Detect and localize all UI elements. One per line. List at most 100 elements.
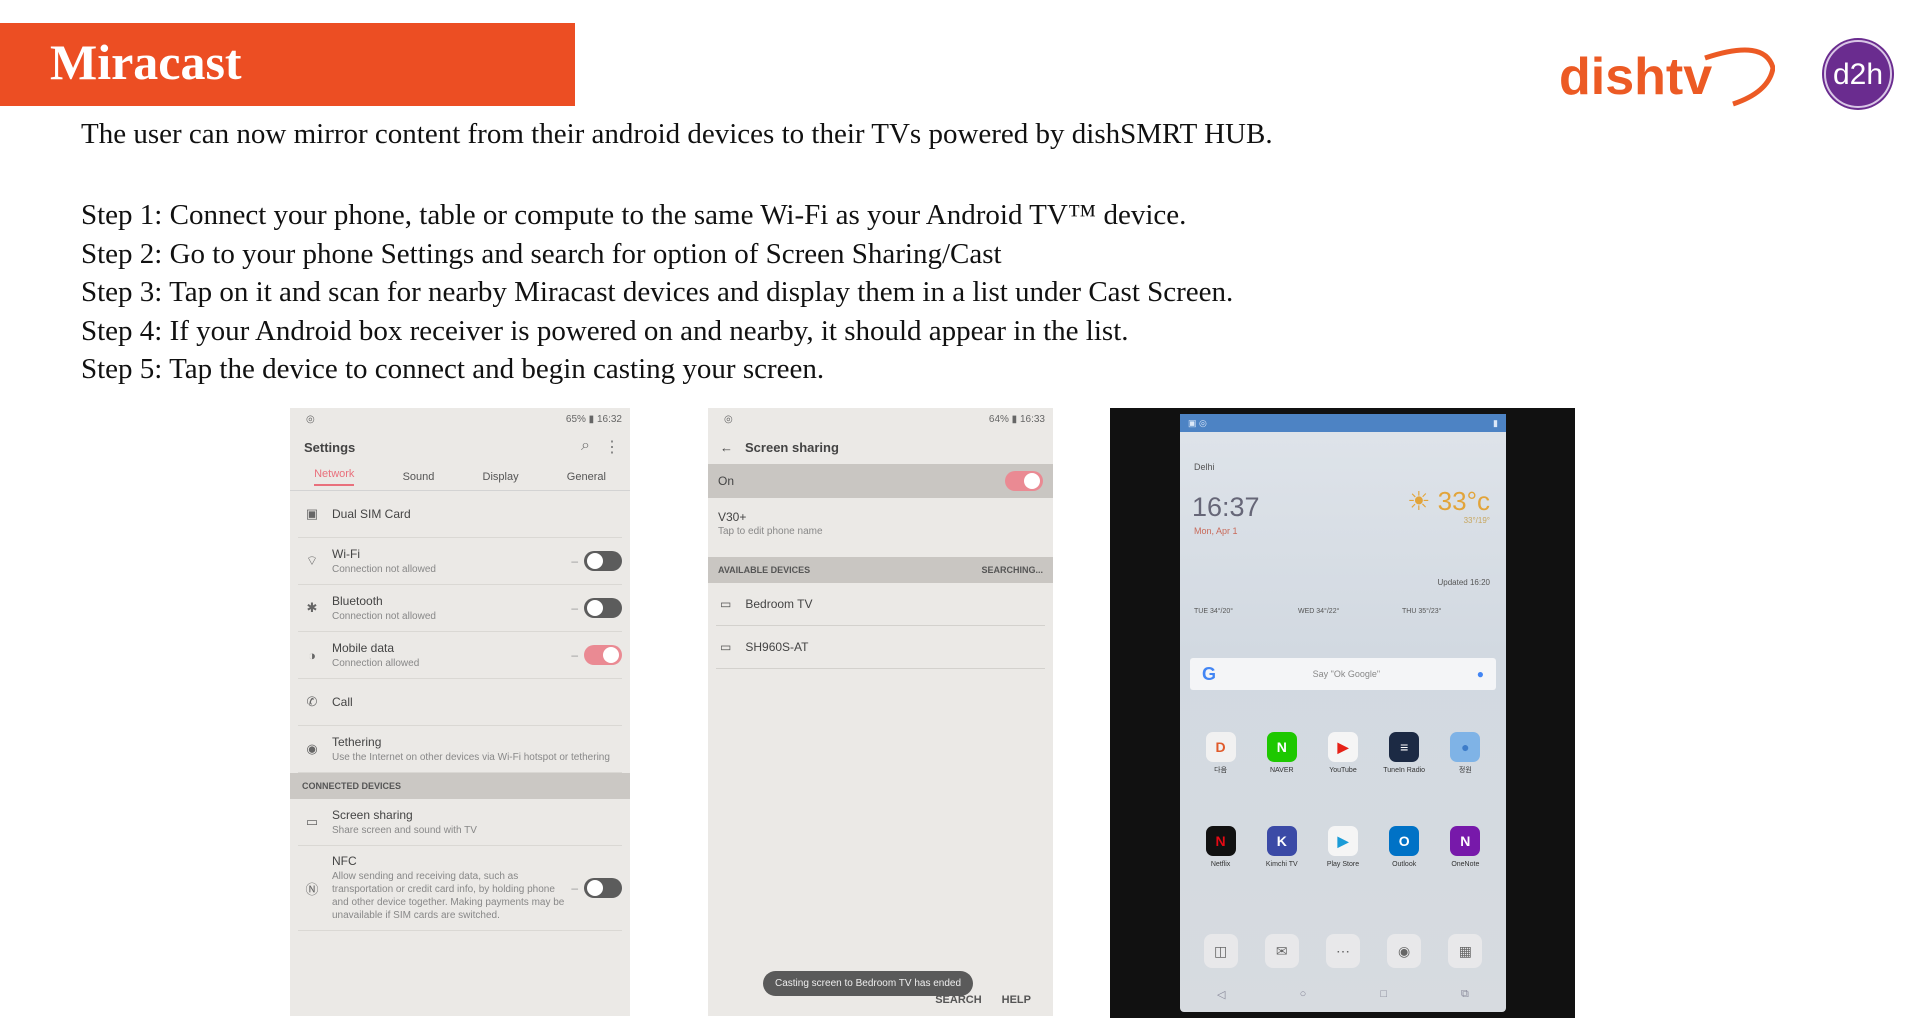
bluetooth-icon: ✱: [306, 600, 318, 615]
tv-icon: ▭: [720, 640, 732, 654]
tab-display[interactable]: Display: [483, 471, 519, 483]
forecast-item: WED 34°/22°: [1298, 608, 1340, 615]
settings-row-dual-sim[interactable]: ▣ Dual SIM Card: [298, 491, 622, 538]
steps-list: Step 1: Connect your phone, table or com…: [81, 196, 1233, 389]
settings-row-tethering[interactable]: ◉ Tethering Use the Internet on other de…: [298, 726, 622, 773]
settings-row-mobile-data[interactable]: ◑ Mobile data Connection allowed –: [298, 632, 622, 679]
row-sub: Connection allowed: [332, 657, 420, 669]
app-icon-item[interactable]: N NAVER: [1260, 732, 1304, 775]
row-label: Screen sharing: [332, 807, 413, 822]
home-icon[interactable]: ○: [1300, 988, 1307, 1001]
settings-row-bluetooth[interactable]: ✱ Bluetooth Connection not allowed –: [298, 585, 622, 632]
camera-app-icon[interactable]: ◫: [1203, 934, 1238, 968]
forecast-item: THU 35°/23°: [1402, 608, 1442, 615]
available-devices-header: AVAILABLE DEVICES SEARCHING...: [708, 557, 1053, 583]
settings-row-wifi[interactable]: ⌔ Wi-Fi Connection not allowed –: [298, 538, 622, 585]
app-icon-item[interactable]: ● 정원: [1443, 732, 1487, 775]
back-icon[interactable]: ◁: [1217, 988, 1225, 1001]
recents-icon[interactable]: □: [1380, 988, 1387, 1001]
app-label: Outlook: [1392, 861, 1417, 868]
app-icon: N: [1450, 826, 1481, 856]
gallery-icon[interactable]: ▦: [1448, 934, 1483, 968]
phone-name-row[interactable]: V30+ Tap to edit phone name: [708, 498, 1053, 549]
bottom-actions: SEARCH HELP: [708, 994, 1053, 1006]
more-icon[interactable]: ⋮: [604, 437, 620, 457]
app-icon-item[interactable]: ▶ YouTube: [1321, 732, 1365, 775]
search-hint: Say "Ok Google": [1312, 669, 1381, 679]
nav-bar: ◁ ○ □ ⧉: [1180, 988, 1506, 1001]
settings-row-screen-sharing[interactable]: ▭ Screen sharing Share screen and sound …: [298, 799, 622, 846]
step-3: Step 3: Tap on it and scan for nearby Mi…: [81, 276, 1234, 309]
searching-label: SEARCHING...: [981, 565, 1043, 575]
bluetooth-toggle[interactable]: [584, 598, 622, 618]
tab-sound[interactable]: Sound: [403, 471, 435, 483]
wifi-toggle[interactable]: [584, 551, 622, 571]
settings-header: Settings ⌕ ⋮: [290, 430, 630, 464]
app-icon: K: [1266, 826, 1297, 856]
help-button[interactable]: HELP: [1002, 994, 1031, 1006]
temp-range: 33°/19°: [1463, 516, 1490, 525]
step-4: Step 4: If your Android box receiver is …: [81, 314, 1129, 347]
app-icon-item[interactable]: O Outlook: [1382, 826, 1426, 869]
notification-icon: ◎: [306, 413, 315, 425]
row-sub: Allow sending and receiving data, such a…: [332, 871, 565, 921]
tab-general[interactable]: General: [567, 471, 606, 483]
search-icon[interactable]: ⌕: [581, 437, 590, 457]
app-drawer-icon[interactable]: ⋯: [1325, 934, 1360, 968]
app-icon-item[interactable]: K Kimchi TV: [1260, 826, 1304, 869]
app-label: TuneIn Radio: [1383, 767, 1426, 774]
dishtv-logo: dishtv: [1559, 47, 1775, 107]
row-sub: Connection not allowed: [332, 610, 436, 622]
tethering-icon: ◉: [306, 741, 318, 756]
camera-icon[interactable]: ◉: [1387, 934, 1422, 968]
page-title: Miracast: [50, 34, 242, 90]
device-item[interactable]: ▭ SH960S-AT: [716, 626, 1045, 669]
mic-icon[interactable]: ●: [1477, 667, 1484, 681]
app-icon-item[interactable]: ≡ TuneIn Radio: [1382, 732, 1426, 775]
settings-row-call[interactable]: ✆ Call: [298, 679, 622, 726]
tv-icon: ▭: [720, 597, 732, 611]
app-row-2: N Netflix K Kimchi TV ▶ Play Store O Outlook N On…: [1190, 826, 1496, 869]
dual-window-icon[interactable]: ⧉: [1461, 988, 1469, 1001]
app-icon-item[interactable]: N Netflix: [1199, 826, 1243, 869]
search-button[interactable]: SEARCH: [935, 994, 981, 1006]
app-icon-item[interactable]: D 다음: [1199, 732, 1243, 775]
notification-icon: ◎: [724, 413, 733, 425]
google-search-bar[interactable]: G Say "Ok Google" ●: [1190, 658, 1496, 690]
nfc-icon: Ⓝ: [305, 881, 319, 897]
forecast-item: TUE 34°/20°: [1194, 608, 1234, 615]
screen-sharing-header: ← Screen sharing: [708, 430, 1053, 464]
back-arrow-icon[interactable]: ←: [720, 440, 733, 455]
device-item[interactable]: ▭ Bedroom TV: [716, 583, 1045, 626]
app-icon-item[interactable]: ▶ Play Store: [1321, 826, 1365, 869]
sim-icon: ▣: [305, 506, 319, 521]
title-bar: Miracast: [0, 23, 575, 106]
tv-mirror-photo: ▣ ◎ ▮ Delhi 16:37 Mon, Apr 1 ☀ 33°c 33°/…: [1110, 408, 1575, 1018]
app-icon: O: [1389, 826, 1420, 856]
divider-dash: –: [571, 881, 578, 895]
mobile-data-icon: ◑: [308, 647, 316, 663]
tab-network[interactable]: Network: [314, 468, 355, 486]
nfc-toggle[interactable]: [584, 878, 622, 898]
messages-app-icon[interactable]: ✉: [1264, 934, 1299, 968]
row-label: Mobile data: [332, 640, 395, 655]
app-icon: ≡: [1389, 732, 1420, 762]
google-icon: G: [1202, 663, 1217, 684]
step-2: Step 2: Go to your phone Settings and se…: [81, 237, 1002, 270]
wifi-icon: ⌔: [305, 553, 319, 568]
divider-dash: –: [571, 554, 578, 568]
weather-temp: ☀ 33°c: [1407, 486, 1490, 517]
mobile-data-toggle[interactable]: [584, 645, 622, 665]
temp-value: 33°c: [1437, 486, 1490, 516]
phone-name: V30+: [718, 510, 747, 524]
app-icon-item[interactable]: N OneNote: [1443, 826, 1487, 869]
screen-sharing-switch-row[interactable]: On: [708, 464, 1053, 498]
row-sub: Share screen and sound with TV: [332, 824, 477, 836]
settings-row-nfc[interactable]: Ⓝ NFC Allow sending and receiving data, …: [298, 846, 622, 931]
app-label: 정원: [1458, 767, 1472, 774]
dock: ◫ ✉ ⋯ ◉ ▦: [1190, 934, 1496, 968]
screen-sharing-toggle[interactable]: [1005, 471, 1043, 491]
app-label: Netflix: [1210, 861, 1231, 868]
status-bar: ▣ ◎ ▮: [1180, 414, 1506, 432]
intro-text: The user can now mirror content from the…: [81, 118, 1273, 150]
